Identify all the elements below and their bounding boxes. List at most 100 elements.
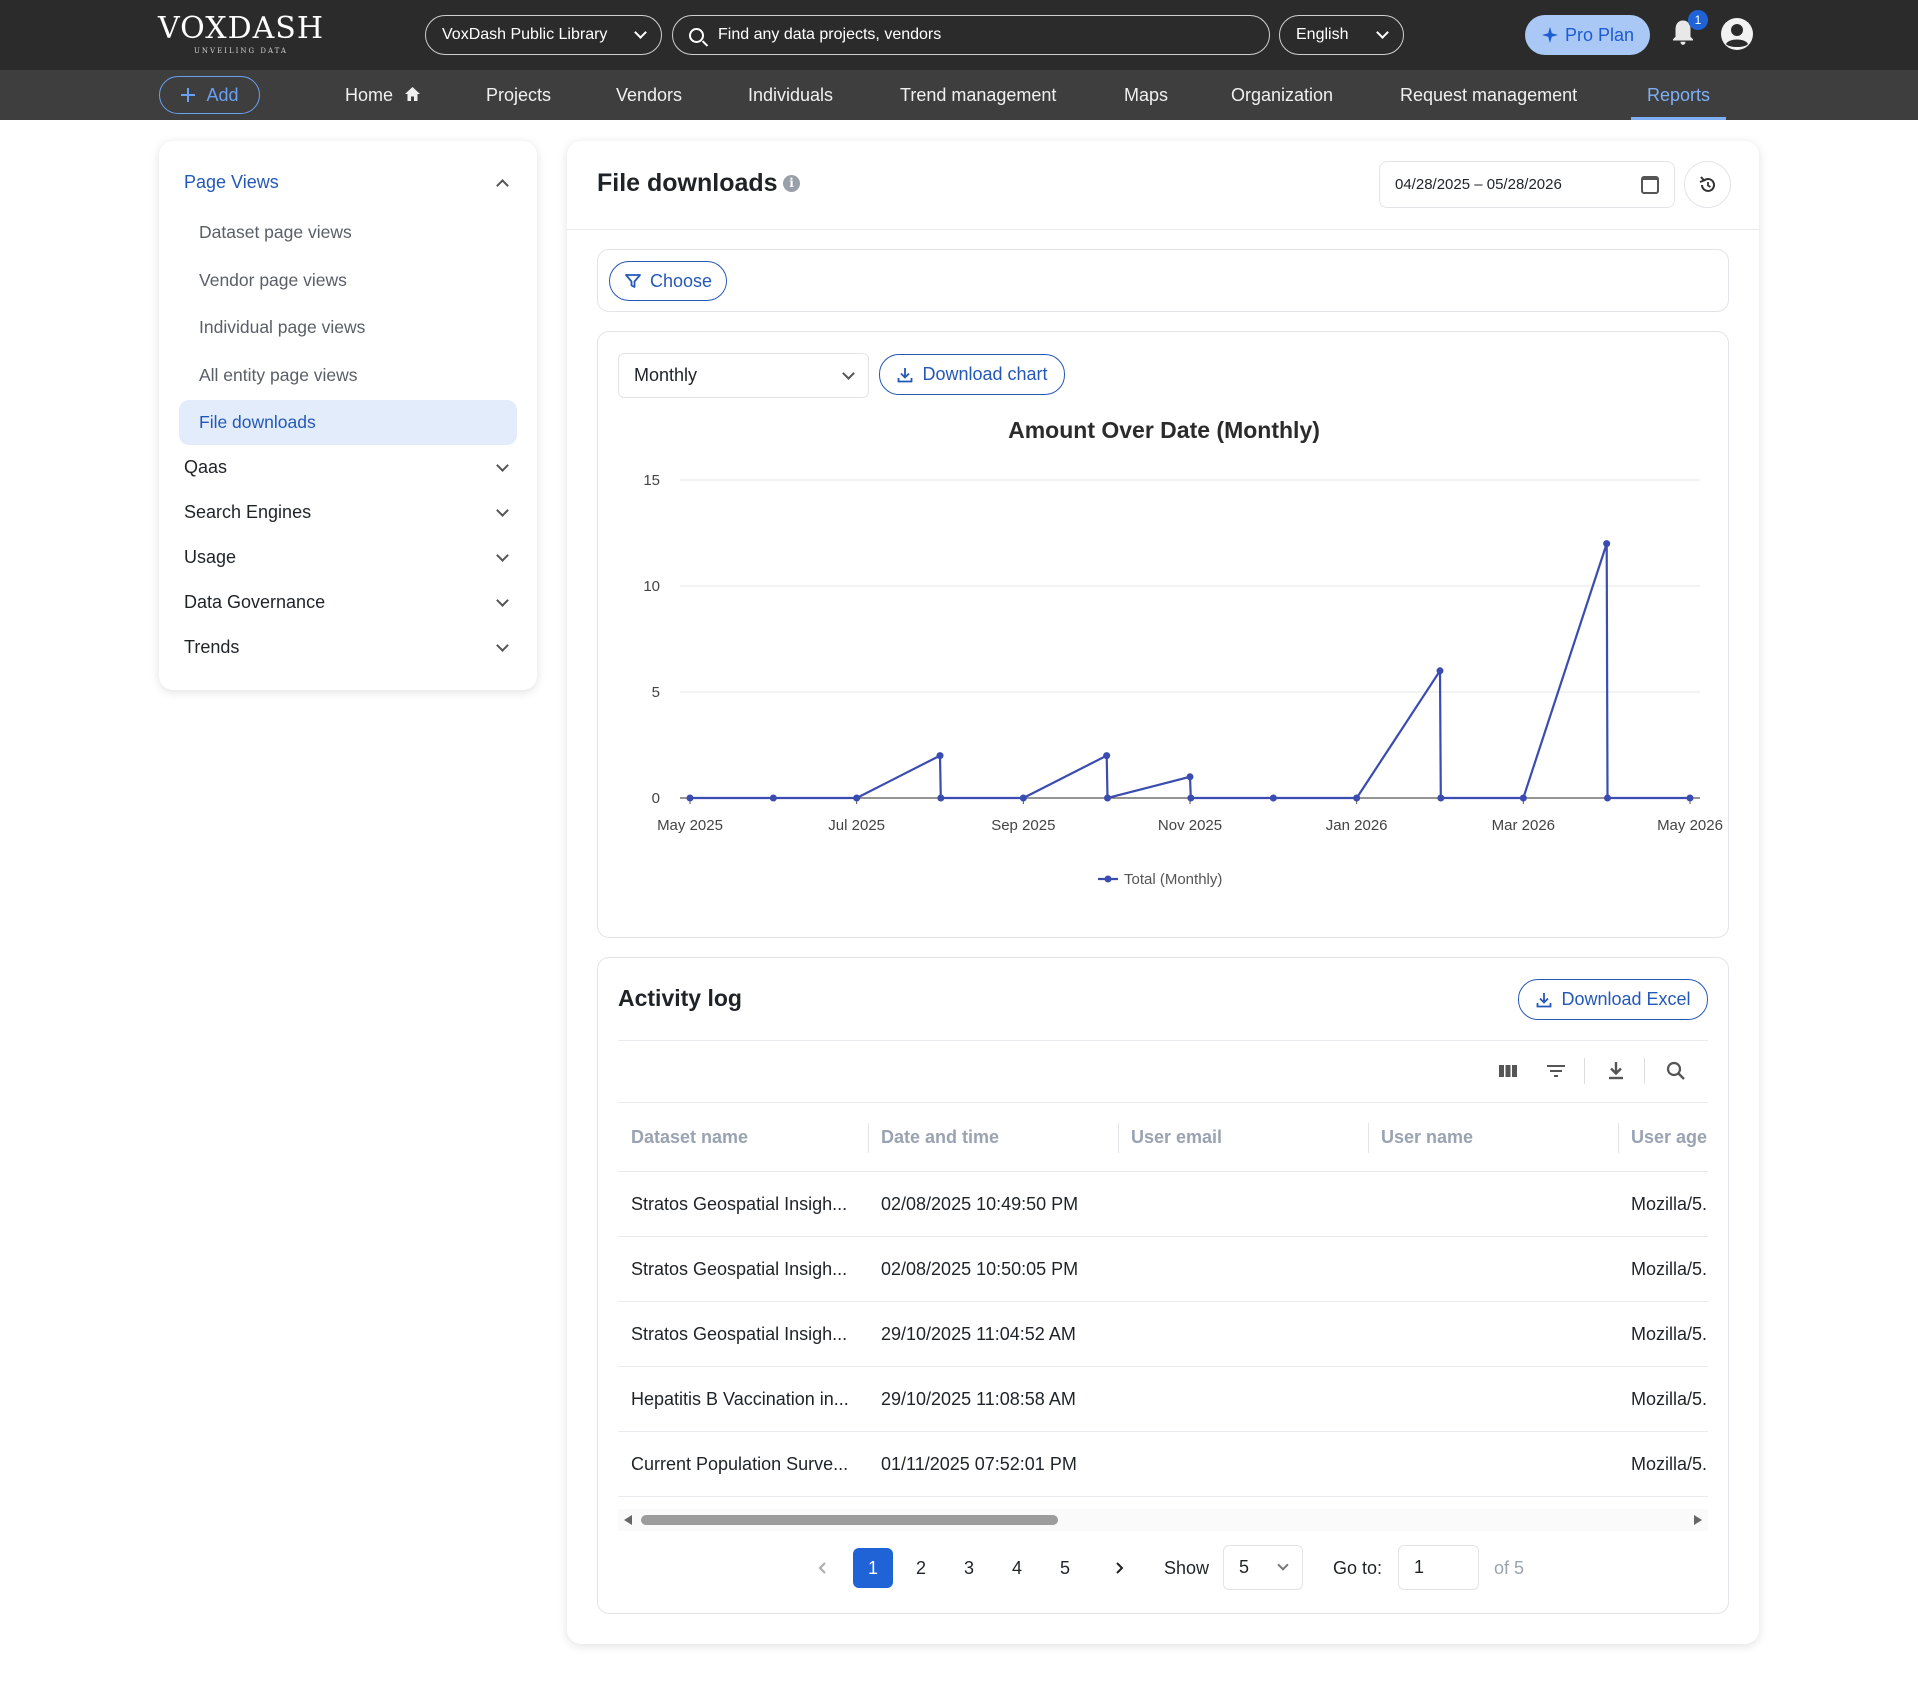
cell-user-name <box>1368 1172 1618 1236</box>
horizontal-scrollbar[interactable] <box>618 1509 1708 1531</box>
show-label: Show <box>1164 1558 1210 1578</box>
cell-user-name <box>1368 1302 1618 1366</box>
nav-individuals[interactable]: Individuals <box>748 70 833 120</box>
column-header-user-name[interactable]: User name <box>1368 1103 1618 1172</box>
cell-user-agent: Mozilla/5. <box>1631 1324 1708 1344</box>
sidebar-group-qaas[interactable]: Qaas <box>184 457 227 478</box>
page-title: File downloads <box>597 169 778 197</box>
pro-plan-button[interactable]: Pro Plan <box>1525 15 1650 55</box>
goto-page-input[interactable]: 1 <box>1398 1545 1479 1590</box>
nav-request-management[interactable]: Request management <box>1400 70 1577 120</box>
data-point <box>1353 794 1361 802</box>
page-button[interactable]: 2 <box>901 1548 941 1588</box>
page-button[interactable]: 3 <box>949 1548 989 1588</box>
page-button[interactable]: 4 <box>997 1548 1037 1588</box>
language-selector[interactable]: English <box>1279 15 1404 55</box>
table-row[interactable]: Stratos Geospatial Insigh... 29/10/2025 1… <box>618 1302 1708 1367</box>
nav-organization[interactable]: Organization <box>1231 70 1333 120</box>
chevron-down-icon[interactable] <box>496 549 509 562</box>
x-tick-label: Jan 2026 <box>1326 817 1388 834</box>
nav-reports[interactable]: Reports <box>1631 70 1726 120</box>
cell-date-and-time: 02/08/2025 10:49:50 PM <box>881 1194 1079 1214</box>
page-button[interactable]: 1 <box>853 1548 893 1588</box>
column-header-dataset-name[interactable]: Dataset name <box>618 1103 868 1172</box>
language-label: English <box>1296 26 1349 43</box>
column-header-user-agent[interactable]: User agent <box>1618 1103 1708 1172</box>
chevron-down-icon[interactable] <box>496 639 509 652</box>
sidebar-group-page-views[interactable]: Page Views <box>184 172 279 193</box>
user-avatar-icon[interactable] <box>1720 17 1754 51</box>
table-row[interactable]: Current Population Surve... 01/11/2025 07… <box>618 1432 1708 1497</box>
library-selector-label: VoxDash Public Library <box>442 26 608 43</box>
logo[interactable]: VOXDASH UNVEILING DATA <box>158 12 324 56</box>
data-point <box>686 794 694 802</box>
sidebar-group-usage[interactable]: Usage <box>184 547 236 568</box>
page-size-value: 5 <box>1239 1557 1250 1577</box>
download-excel-label: Download Excel <box>1561 989 1691 1009</box>
sidebar-item-dataset-page-views[interactable]: Dataset page views <box>199 222 352 243</box>
cell-user-email <box>1118 1302 1368 1366</box>
chevron-down-icon[interactable] <box>496 594 509 607</box>
scrollbar-track[interactable] <box>618 1509 1708 1531</box>
total-pages-label: of 5 <box>1494 1558 1525 1578</box>
cell-user-agent: Mozilla/5. <box>1631 1259 1708 1279</box>
cell-user-email <box>1118 1237 1368 1301</box>
choose-label: Choose <box>649 270 713 291</box>
library-selector[interactable]: VoxDash Public Library <box>425 15 662 55</box>
x-tick-label: May 2025 <box>657 817 723 834</box>
chevron-down-icon <box>634 26 647 39</box>
chevron-down-icon[interactable] <box>496 459 509 472</box>
add-label: Add <box>206 84 239 105</box>
data-point <box>853 794 861 802</box>
export-download-icon[interactable] <box>1604 1059 1628 1083</box>
nav-home[interactable]: Home <box>345 70 421 120</box>
date-range-value: 04/28/2025 – 05/28/2026 <box>1395 176 1562 193</box>
sidebar-group-search-engines[interactable]: Search Engines <box>184 502 311 523</box>
chevron-up-icon[interactable] <box>496 179 509 192</box>
nav-vendors[interactable]: Vendors <box>616 70 682 120</box>
info-icon[interactable]: i <box>783 175 800 192</box>
cell-user-agent: Mozilla/5. <box>1631 1389 1708 1409</box>
reset-button[interactable] <box>1684 161 1731 208</box>
sidebar-item-individual-page-views[interactable]: Individual page views <box>199 317 365 338</box>
logo-tagline: UNVEILING DATA <box>194 47 288 55</box>
search-input[interactable]: Find any data projects, vendors <box>672 15 1270 55</box>
column-header-date-and-time[interactable]: Date and time <box>868 1103 1118 1172</box>
filter-lines-icon[interactable] <box>1544 1059 1568 1083</box>
sidebar-item-all-entity-page-views[interactable]: All entity page views <box>199 365 358 386</box>
page-button[interactable]: 5 <box>1045 1548 1085 1588</box>
sidebar-item-file-downloads[interactable]: File downloads <box>199 412 316 433</box>
data-point <box>937 794 945 802</box>
activity-table: Dataset name Date and time User email Us… <box>618 1102 1708 1509</box>
cell-dataset-name: Stratos Geospatial Insigh... <box>631 1324 848 1344</box>
page-size-select[interactable]: 5 <box>1223 1545 1303 1590</box>
chevron-right-icon[interactable] <box>1110 1559 1128 1577</box>
cell-user-email <box>1118 1172 1368 1236</box>
sparkle-icon <box>1541 26 1559 44</box>
sidebar-group-data-governance[interactable]: Data Governance <box>184 592 325 613</box>
sidebar-item-vendor-page-views[interactable]: Vendor page views <box>199 270 347 291</box>
download-icon <box>1537 992 1552 1007</box>
nav-maps[interactable]: Maps <box>1124 70 1168 120</box>
table-row[interactable]: Hepatitis B Vaccination in... 29/10/2025 … <box>618 1367 1708 1432</box>
data-point <box>1104 794 1111 802</box>
column-header-user-email[interactable]: User email <box>1118 1103 1368 1172</box>
sidebar-group-trends[interactable]: Trends <box>184 637 239 658</box>
goto-page-value: 1 <box>1414 1557 1425 1577</box>
nav-trend-management[interactable]: Trend management <box>900 70 1056 120</box>
table-row[interactable]: Stratos Geospatial Insigh... 02/08/2025 1… <box>618 1172 1708 1237</box>
data-point <box>1519 794 1527 802</box>
nav-projects[interactable]: Projects <box>486 70 551 120</box>
columns-icon[interactable] <box>1496 1059 1520 1083</box>
add-button[interactable]: Add <box>159 76 260 114</box>
choose-filter-button[interactable]: Choose <box>609 261 727 301</box>
chevron-down-icon <box>1376 26 1389 39</box>
toolbar-separator <box>1584 1058 1585 1084</box>
download-excel-button[interactable]: Download Excel <box>1518 979 1708 1020</box>
chevron-down-icon[interactable] <box>496 504 509 517</box>
date-range-picker[interactable]: 04/28/2025 – 05/28/2026 <box>1379 161 1675 208</box>
table-search-icon[interactable] <box>1664 1059 1688 1083</box>
top-bar: VOXDASH UNVEILING DATA VoxDash Public Li… <box>0 0 1918 70</box>
table-row[interactable]: Stratos Geospatial Insigh... 02/08/2025 1… <box>618 1237 1708 1302</box>
chevron-left-icon[interactable] <box>814 1559 832 1577</box>
